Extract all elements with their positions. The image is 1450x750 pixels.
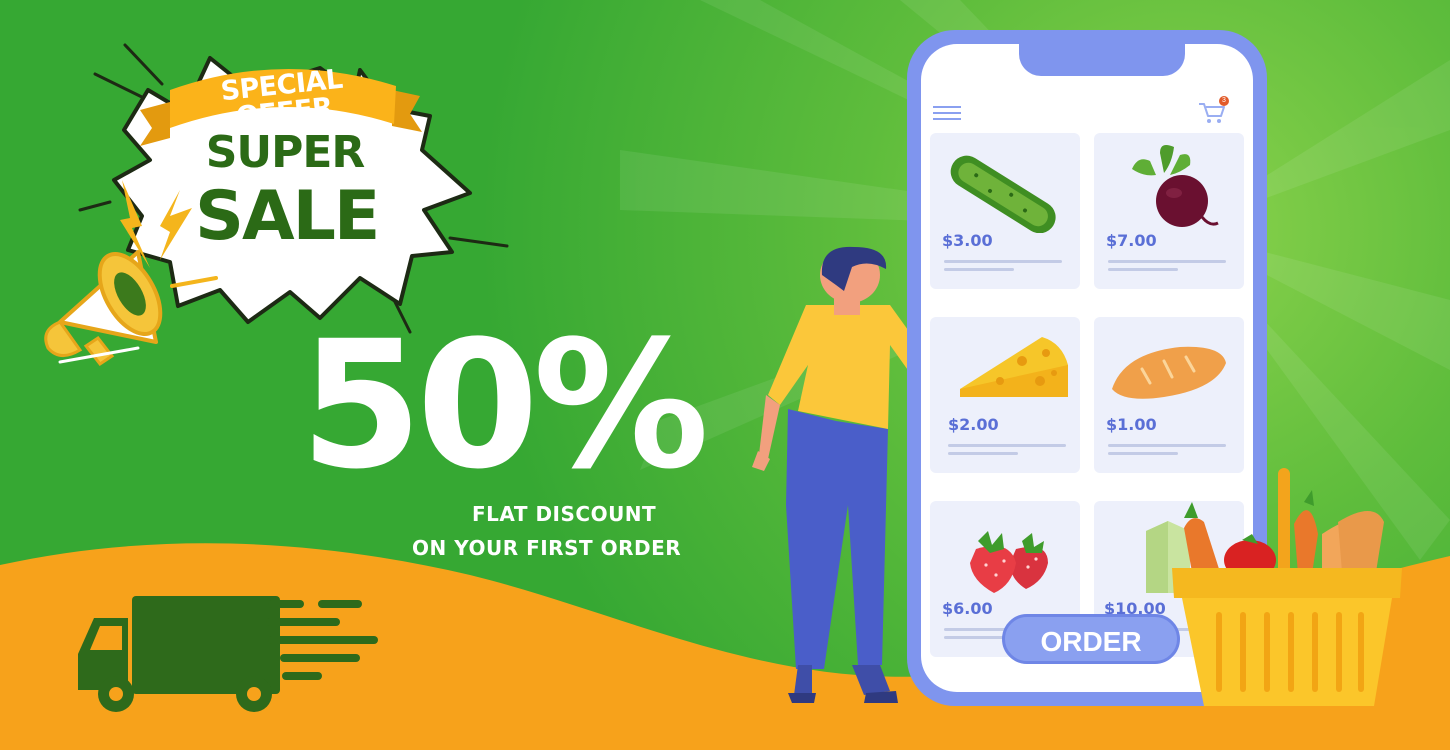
cart-icon[interactable]: 3 — [1197, 96, 1229, 126]
promo-line-1: FLAT DISCOUNT — [472, 502, 657, 526]
badge-super-text: SUPER — [205, 127, 366, 178]
cheese-icon — [960, 337, 1068, 397]
product-price: $2.00 — [948, 415, 999, 434]
badge-sale-text: SALE — [195, 177, 380, 256]
product-price: $6.00 — [942, 599, 993, 618]
product-price: $3.00 — [942, 231, 993, 250]
product-card[interactable]: $1.00 — [1094, 317, 1244, 473]
discount-percent: 50% — [300, 303, 709, 508]
strawberry-icon — [970, 531, 1048, 593]
promo-line-2: ON YOUR FIRST ORDER — [412, 536, 682, 560]
product-price: $7.00 — [1106, 231, 1157, 250]
shopping-basket-icon — [1172, 468, 1402, 706]
order-button[interactable]: ORDER — [1002, 614, 1180, 664]
menu-icon[interactable] — [933, 106, 961, 122]
cart-count-badge: 3 — [1219, 96, 1229, 106]
product-card[interactable]: $7.00 — [1094, 133, 1244, 289]
cucumber-icon — [950, 155, 1056, 233]
product-card[interactable]: $3.00 — [930, 133, 1080, 289]
product-card[interactable]: $2.00 — [930, 317, 1080, 473]
bread-icon — [1112, 346, 1226, 399]
phone-notch — [1019, 44, 1185, 76]
product-price: $1.00 — [1106, 415, 1157, 434]
beetroot-icon — [1132, 145, 1219, 227]
delivery-truck-icon — [78, 596, 378, 712]
